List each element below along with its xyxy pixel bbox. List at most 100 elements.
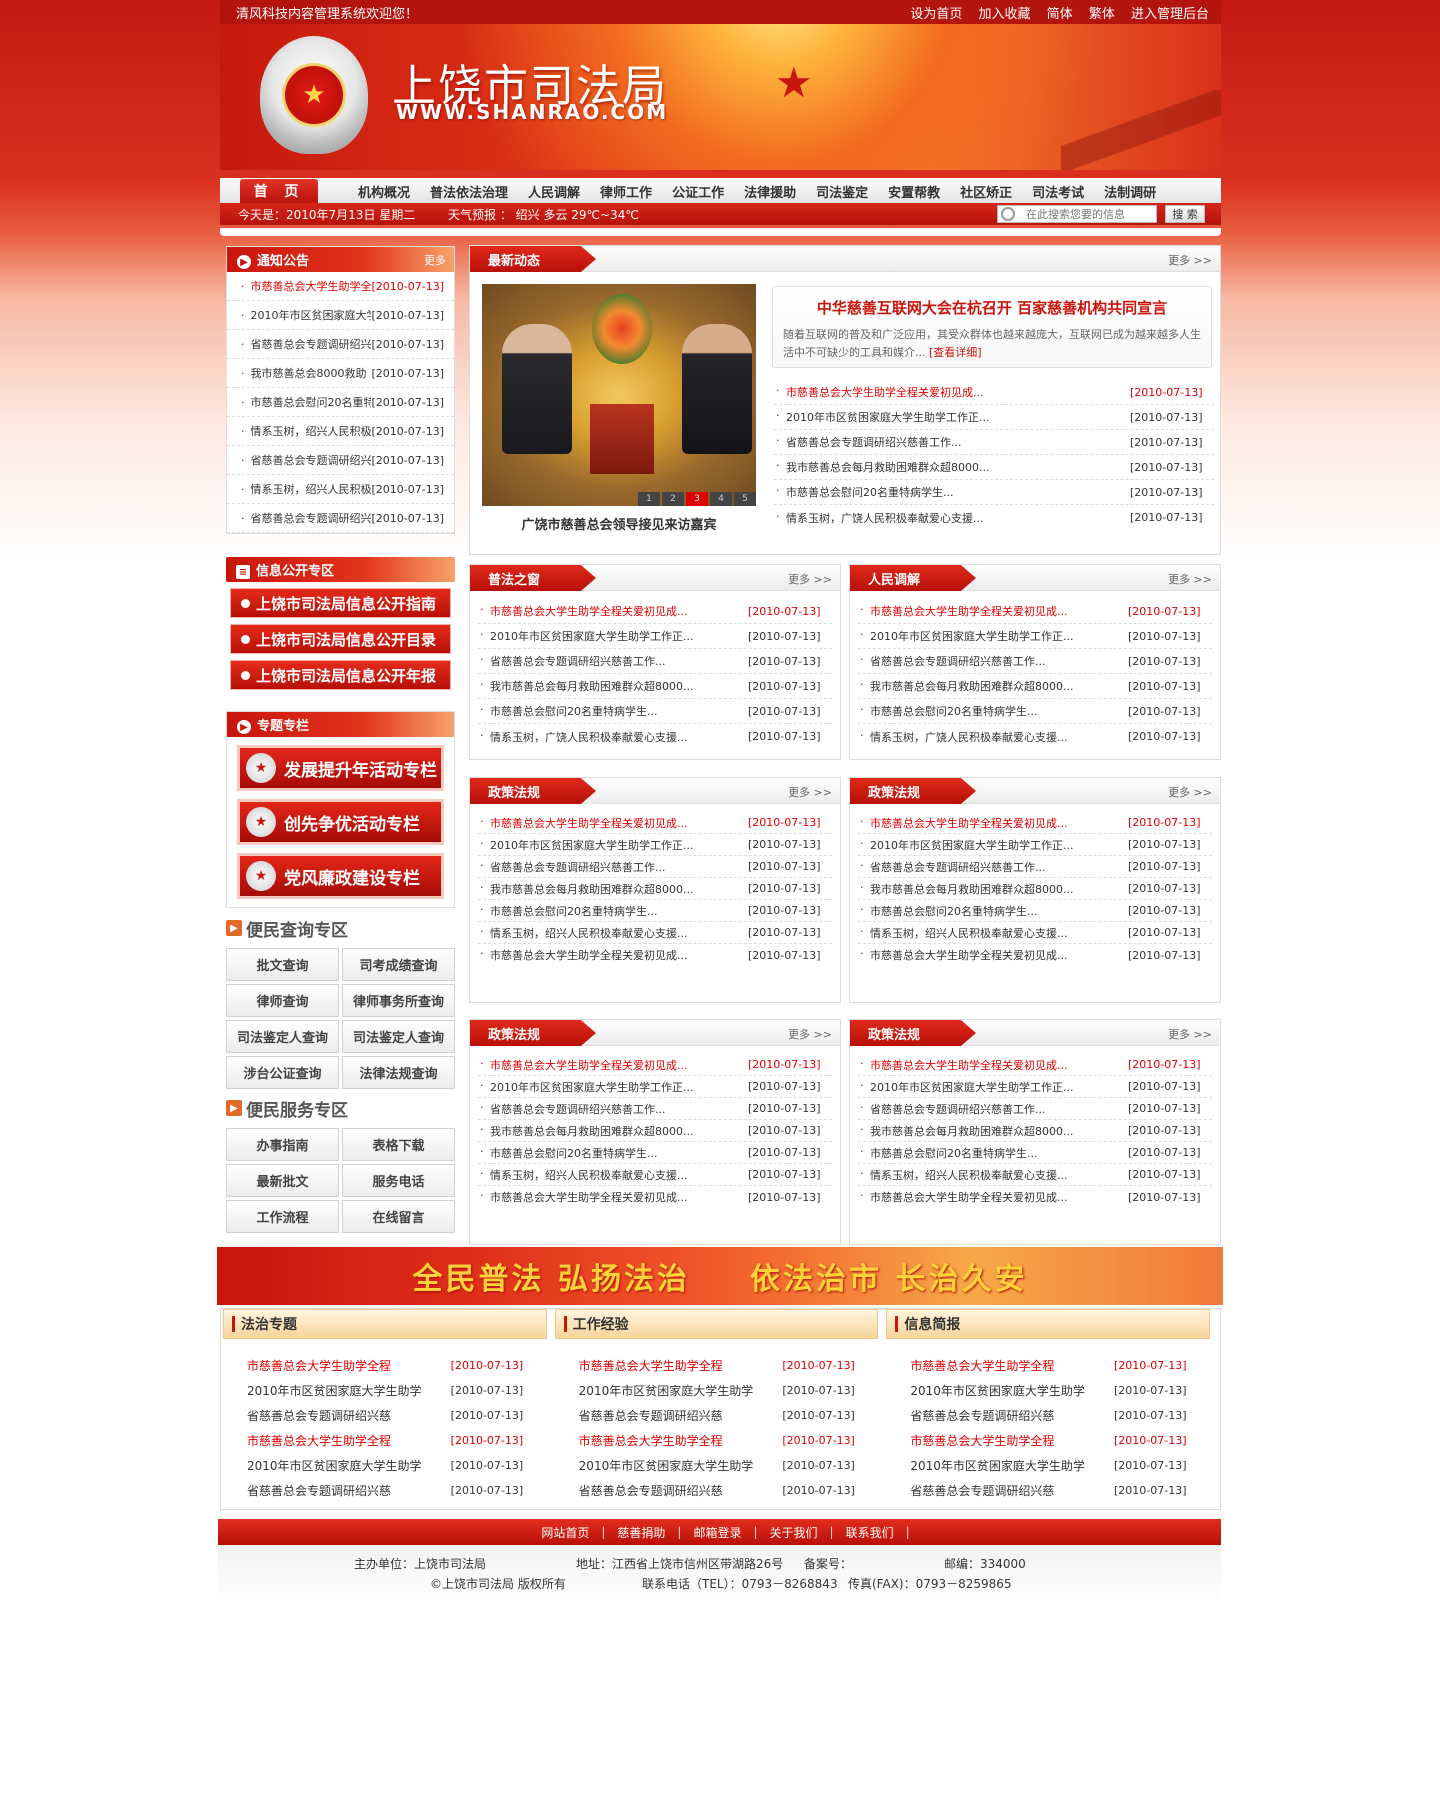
info-guide-button[interactable]: 上饶市司法局信息公开指南 — [230, 588, 451, 618]
list-item[interactable]: 情系玉树，绍兴人民积极奉献爱心支援...[2010-07-13] — [858, 1164, 1212, 1186]
list-item[interactable]: 市慈善总会大学生助学全程[2010-07-13] — [247, 1428, 533, 1453]
special-column-button[interactable]: ★ 发展提升年活动专栏 — [237, 745, 444, 791]
panel-more-link[interactable]: 更多 >> — [788, 784, 832, 800]
list-item[interactable]: 2010年市区贫困家庭大学生助学 [2010-07-13] — [579, 1378, 865, 1403]
special-column-button[interactable]: ★ 创先争优活动专栏 — [237, 799, 444, 845]
list-item[interactable]: 情系玉树，广饶人民积极奉献爱心支援...[2010-07-13] — [478, 724, 832, 749]
list-item[interactable]: 市慈善总会大学生助学全程关爱初见成...[2010-07-13] — [478, 944, 832, 966]
simplified-link[interactable]: 简体 — [1047, 7, 1073, 22]
panel-more-link[interactable]: 更多 >> — [1168, 1026, 1212, 1042]
pager-button[interactable]: 4 — [710, 492, 732, 506]
list-item[interactable]: 省慈善总会专题调研绍兴慈 [2010-07-13] — [247, 1403, 533, 1428]
list-item[interactable]: 市慈善总会大学生助学全程[2010-07-13] — [579, 1353, 865, 1378]
panel-more-link[interactable]: 更多 >> — [1168, 784, 1212, 800]
nav-item[interactable]: 法制调研 — [1104, 182, 1156, 201]
list-item[interactable]: 情系玉树，广饶人民积极奉献爱心支援...[2010-07-13] — [774, 505, 1214, 530]
list-item[interactable]: 市慈善总会大学生助学全程关爱初见成...[2010-07-13] — [858, 599, 1212, 624]
list-item[interactable]: 2010年市区贫困家庭大学生助学工作正...[2010-07-13] — [774, 405, 1214, 430]
list-item[interactable]: 省慈善总会专题调研绍兴慈善工作...[2010-07-13] — [858, 1098, 1212, 1120]
service-button[interactable]: 在线留言 — [342, 1200, 455, 1233]
list-item[interactable]: 市慈善总会大学生助学全程[2010-07-13] — [910, 1353, 1196, 1378]
list-item[interactable]: 市慈善总会大学生助学全程关爱初见成...[2010-07-13] — [858, 944, 1212, 966]
list-item[interactable]: 省慈善总会专题调研绍兴慈善工作...[2010-07-13] — [774, 430, 1214, 455]
list-item[interactable]: 情系玉树，绍兴人民积极[2010-07-13] — [227, 475, 454, 504]
nav-item[interactable]: 人民调解 — [528, 182, 580, 201]
list-item[interactable]: 市慈善总会大学生助学全程[2010-07-13] — [579, 1428, 865, 1453]
list-item[interactable]: 省慈善总会专题调研绍兴慈善工作...[2010-07-13] — [858, 856, 1212, 878]
list-item[interactable]: 市慈善总会大学生助学全程[2010-07-13] — [910, 1428, 1196, 1453]
list-item[interactable]: 2010年市区贫困家庭大学生助学工作正...[2010-07-13] — [858, 1076, 1212, 1098]
list-item[interactable]: 我市慈善总会每月救助困难群众超8000...[2010-07-13] — [774, 455, 1214, 480]
nav-item[interactable]: 机构概况 — [358, 182, 410, 201]
nav-item[interactable]: 法律援助 — [744, 182, 796, 201]
pager-button[interactable]: 2 — [662, 492, 684, 506]
list-item[interactable]: 市慈善总会大学生助学全程关爱初见成...[2010-07-13] — [478, 1054, 832, 1076]
list-item[interactable]: 2010年市区贫困家庭大学生助学工作正...[2010-07-13] — [478, 834, 832, 856]
list-item[interactable]: 2010年市区贫困家庭大学生助学工作正...[2010-07-13] — [478, 1076, 832, 1098]
list-item[interactable]: 市慈善总会大学生助学全程关爱初见成...[2010-07-13] — [478, 599, 832, 624]
nav-item[interactable]: 司法鉴定 — [816, 182, 868, 201]
view-detail-link[interactable]: [查看详细] — [929, 346, 982, 359]
footer-link[interactable]: 慈善捐助 — [617, 1524, 665, 1541]
service-button[interactable]: 表格下载 — [342, 1128, 455, 1161]
list-item[interactable]: 省慈善总会专题调研绍兴慈 [2010-07-13] — [579, 1478, 865, 1503]
list-item[interactable]: 省慈善总会专题调研绍兴慈 [2010-07-13] — [910, 1478, 1196, 1503]
list-item[interactable]: 省慈善总会专题调研绍兴[2010-07-13] — [227, 504, 454, 533]
list-item[interactable]: 市慈善总会大学生助学全程关爱初见成...[2010-07-13] — [478, 812, 832, 834]
panel-more-link[interactable]: 更多 >> — [788, 1026, 832, 1042]
service-button[interactable]: 最新批文 — [226, 1164, 339, 1197]
pager-button[interactable]: 1 — [638, 492, 660, 506]
list-item[interactable]: 市慈善总会慰问20名重特病学生...[2010-07-13] — [478, 1142, 832, 1164]
query-button[interactable]: 批文查询 — [226, 948, 339, 981]
query-button[interactable]: 司考成绩查询 — [342, 948, 455, 981]
traditional-link[interactable]: 繁体 — [1089, 7, 1115, 22]
list-item[interactable]: 情系玉树，广饶人民积极奉献爱心支援...[2010-07-13] — [858, 724, 1212, 749]
list-item[interactable]: 市慈善总会慰问20名重特病[2010-07-13] — [227, 388, 454, 417]
list-item[interactable]: 情系玉树，绍兴人民积极[2010-07-13] — [227, 417, 454, 446]
list-item[interactable]: 2010年市区贫困家庭大学生助学工作正...[2010-07-13] — [478, 624, 832, 649]
special-column-button[interactable]: ★ 党风廉政建设专栏 — [237, 853, 444, 899]
query-button[interactable]: 律师查询 — [226, 984, 339, 1017]
search-input[interactable] — [997, 205, 1157, 223]
list-item[interactable]: 省慈善总会专题调研绍兴慈 [2010-07-13] — [910, 1403, 1196, 1428]
footer-link[interactable]: 联系我们 — [846, 1524, 894, 1541]
nav-item[interactable]: 律师工作 — [600, 182, 652, 201]
query-button[interactable]: 司法鉴定人查询 — [342, 1020, 455, 1053]
list-item[interactable]: 省慈善总会专题调研绍兴慈善工作...[2010-07-13] — [478, 649, 832, 674]
list-item[interactable]: 情系玉树，绍兴人民积极奉献爱心支援...[2010-07-13] — [858, 922, 1212, 944]
service-button[interactable]: 工作流程 — [226, 1200, 339, 1233]
list-item[interactable]: 2010年市区贫困家庭大学生助学 [2010-07-13] — [910, 1453, 1196, 1478]
query-button[interactable]: 司法鉴定人查询 — [226, 1020, 339, 1053]
list-item[interactable]: 省慈善总会专题调研绍兴慈善工作...[2010-07-13] — [478, 856, 832, 878]
list-item[interactable]: 我市慈善总会每月救助困难群众超8000...[2010-07-13] — [858, 674, 1212, 699]
nav-item[interactable]: 普法依法治理 — [430, 182, 508, 201]
list-item[interactable]: 2010年市区贫困家庭大学生助学 [2010-07-13] — [247, 1378, 533, 1403]
footer-link[interactable]: 网站首页 — [541, 1524, 589, 1541]
notice-more-link[interactable]: 更多 — [424, 252, 454, 268]
list-item[interactable]: 省慈善总会专题调研绍兴[2010-07-13] — [227, 330, 454, 359]
list-item[interactable]: 市慈善总会慰问20名重特病学生...[2010-07-13] — [858, 1142, 1212, 1164]
headline-title[interactable]: 中华慈善互联网大会在杭召开 百家慈善机构共同宣言 — [773, 297, 1211, 318]
list-item[interactable]: 市慈善总会大学生助学全程关爱初见成...[2010-07-13] — [478, 1186, 832, 1208]
latest-news-more-link[interactable]: 更多 >> — [1168, 252, 1212, 268]
set-homepage-link[interactable]: 设为首页 — [910, 7, 962, 22]
list-item[interactable]: 省慈善总会专题调研绍兴慈 [2010-07-13] — [579, 1403, 865, 1428]
list-item[interactable]: 市慈善总会大学生助学全程[2010-07-13] — [227, 272, 454, 301]
news-photo[interactable]: 1 2 3 4 5 — [482, 284, 756, 506]
list-item[interactable]: 省慈善总会专题调研绍兴慈 [2010-07-13] — [247, 1478, 533, 1503]
service-button[interactable]: 服务电话 — [342, 1164, 455, 1197]
list-item[interactable]: 情系玉树，绍兴人民积极奉献爱心支援...[2010-07-13] — [478, 1164, 832, 1186]
query-button[interactable]: 法律法规查询 — [342, 1056, 455, 1089]
info-annual-report-button[interactable]: 上饶市司法局信息公开年报 — [230, 660, 451, 690]
list-item[interactable]: 我市慈善总会8000救助[2010-07-13] — [227, 359, 454, 388]
service-button[interactable]: 办事指南 — [226, 1128, 339, 1161]
photo-caption[interactable]: 广饶市慈善总会领导接见来访嘉宾 — [482, 514, 756, 533]
pager-button[interactable]: 5 — [734, 492, 756, 506]
list-item[interactable]: 市慈善总会大学生助学全程关爱初见成...[2010-07-13] — [858, 1186, 1212, 1208]
nav-item[interactable]: 公证工作 — [672, 182, 724, 201]
panel-more-link[interactable]: 更多 >> — [1168, 571, 1212, 587]
nav-item[interactable]: 安置帮教 — [888, 182, 940, 201]
list-item[interactable]: 市慈善总会慰问20名重特病学生...[2010-07-13] — [478, 900, 832, 922]
list-item[interactable]: 2010年市区贫困家庭大学生助学 [2010-07-13] — [910, 1378, 1196, 1403]
list-item[interactable]: 市慈善总会慰问20名重特病学生...[2010-07-13] — [478, 699, 832, 724]
